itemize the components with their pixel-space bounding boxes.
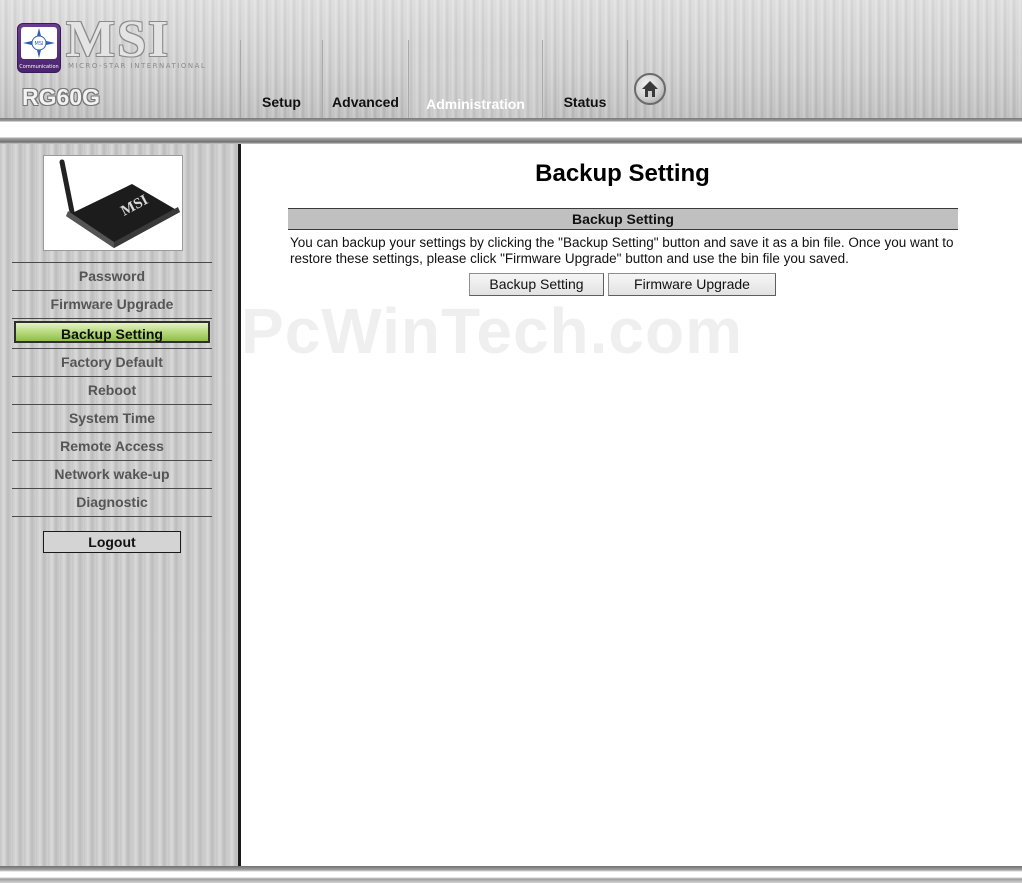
menu-item-backup-setting[interactable]: Backup Setting [12,321,212,349]
menu-label: Firmware Upgrade [50,296,174,312]
menu-label: Diagnostic [76,494,148,510]
logo-caption: Communication [19,64,59,70]
tab-status[interactable]: Status [542,40,628,118]
firmware-upgrade-button[interactable]: Firmware Upgrade [608,273,776,296]
page-title: Backup Setting [535,160,710,187]
menu-label: Backup Setting [14,321,210,343]
menu-label: Network wake-up [54,466,170,482]
tab-status-label: Status [563,94,607,110]
header-band [0,118,1022,144]
tab-administration[interactable]: Administration [408,40,542,118]
brand-subtitle: MICRO-STAR INTERNATIONAL [68,62,207,70]
menu-item-password[interactable]: Password [12,262,212,291]
menu-item-factory-default[interactable]: Factory Default [12,349,212,377]
menu-item-reboot[interactable]: Reboot [12,377,212,405]
tab-administration-label: Administration [426,96,525,112]
admin-menu: Password Firmware Upgrade Backup Setting… [12,262,212,517]
home-button[interactable] [634,73,666,105]
backup-setting-button[interactable]: Backup Setting [469,273,604,296]
menu-label: Password [78,268,146,284]
menu-item-diagnostic[interactable]: Diagnostic [12,489,212,517]
brand-logo: MSI [66,11,171,68]
msi-logo-icon: MSI Communication [17,23,61,73]
svg-text:MSI: MSI [35,41,44,47]
section-header: Backup Setting [288,208,958,230]
menu-item-firmware-upgrade[interactable]: Firmware Upgrade [12,291,212,319]
menu-label: Reboot [87,382,137,398]
description-text: You can backup your settings by clicking… [290,235,954,266]
watermark: PcWinTech.com [241,295,743,367]
home-icon [642,81,658,97]
header-bar: MSI Communication MSI MICRO-STAR INTERNA… [0,0,1022,118]
model-name: RG60G [22,84,100,110]
menu-label: System Time [68,410,156,426]
router-photo: MSI [43,155,183,251]
tab-setup-label: Setup [262,94,301,110]
menu-label: Remote Access [60,438,164,454]
main-content: PcWinTech.com Backup Setting Backup Sett… [241,144,1022,866]
logout-button[interactable]: Logout [43,531,181,553]
menu-label: Factory Default [61,354,163,370]
menu-item-system-time[interactable]: System Time [12,405,212,433]
menu-item-remote-access[interactable]: Remote Access [12,433,212,461]
tab-advanced-label: Advanced [332,94,399,110]
footer-bar [0,866,1022,883]
tab-setup[interactable]: Setup [240,40,322,118]
menu-item-network-wake-up[interactable]: Network wake-up [12,461,212,489]
tab-advanced[interactable]: Advanced [322,40,408,118]
sidebar: MSI Password Firmware Upgrade Backup Set… [0,144,238,866]
